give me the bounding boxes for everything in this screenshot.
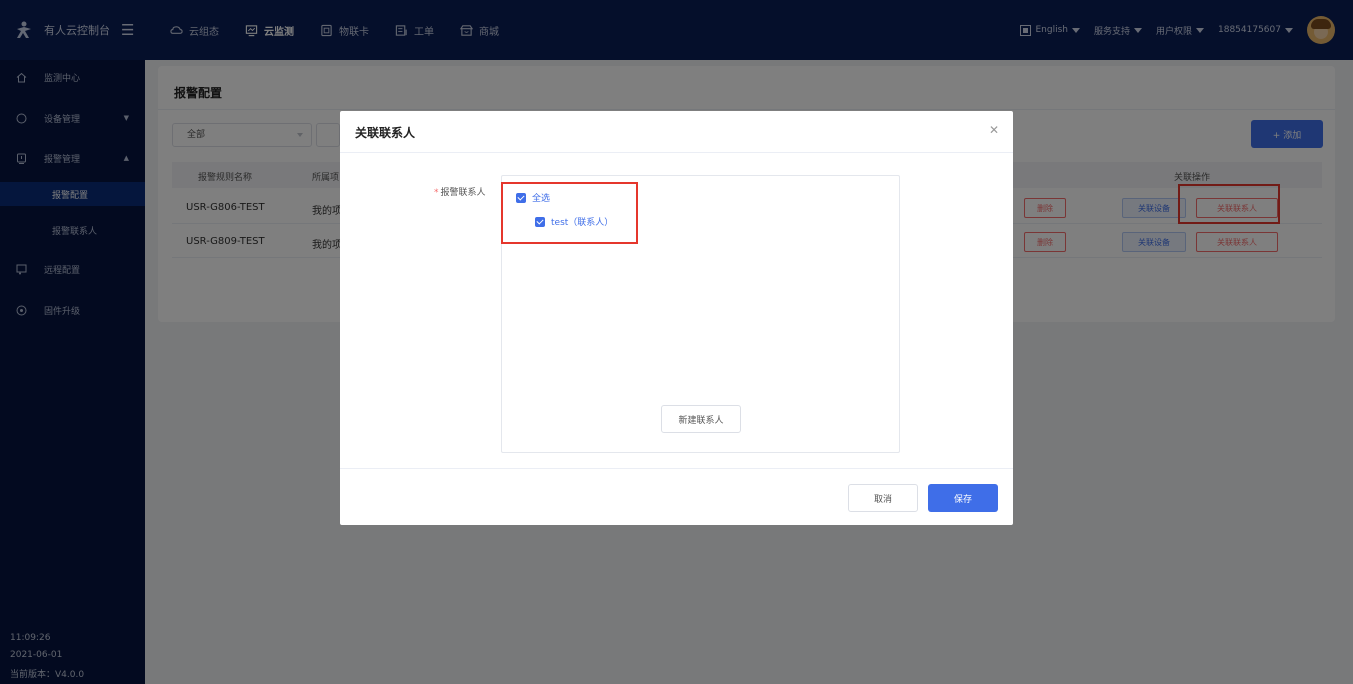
divider xyxy=(340,152,1013,153)
close-icon[interactable]: ✕ xyxy=(989,123,999,137)
link-contact-dialog: 关联联系人 ✕ * 报警联系人 全选 test（联系人） 新建联系人 取消 保存 xyxy=(340,111,1013,525)
new-contact-button[interactable]: 新建联系人 xyxy=(661,405,741,433)
dialog-title: 关联联系人 xyxy=(355,126,416,140)
cancel-button[interactable]: 取消 xyxy=(848,484,918,512)
divider xyxy=(340,468,1013,469)
field-label: * 报警联系人 xyxy=(434,185,486,198)
save-button[interactable]: 保存 xyxy=(928,484,998,512)
highlight-box xyxy=(501,182,638,244)
field-label-text: 报警联系人 xyxy=(440,188,486,198)
required-marker: * xyxy=(434,188,439,198)
